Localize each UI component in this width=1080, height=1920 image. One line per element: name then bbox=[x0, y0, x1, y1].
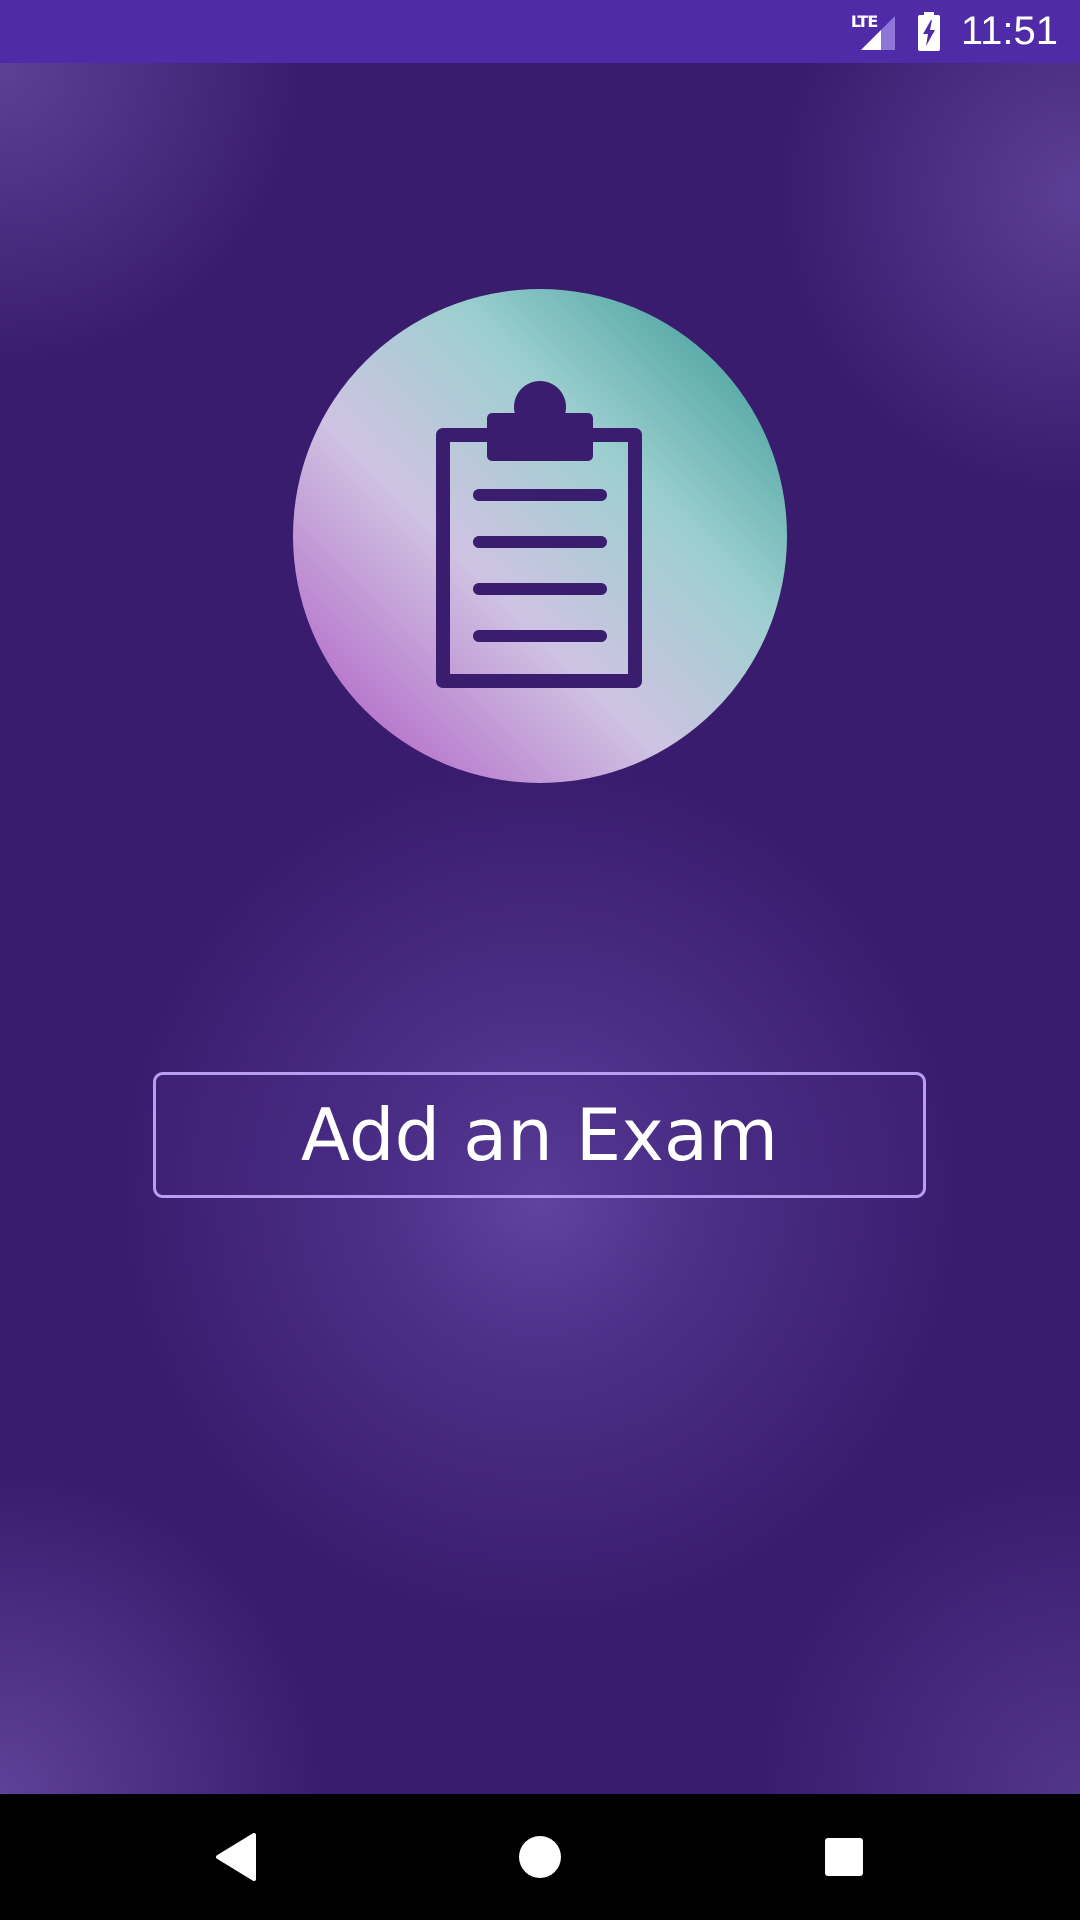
battery-charging-icon bbox=[917, 11, 940, 51]
status-clock: 11:51 bbox=[960, 9, 1058, 53]
recents-button[interactable] bbox=[784, 1794, 904, 1920]
status-bar: LTE 11:51 bbox=[0, 0, 1080, 63]
status-icons: LTE 11:51 bbox=[851, 0, 1058, 63]
clipboard-icon bbox=[436, 381, 642, 688]
app-screen: LTE 11:51 Add an Exam bbox=[0, 0, 1080, 1920]
home-icon bbox=[519, 1836, 561, 1878]
lte-signal-icon: LTE bbox=[851, 12, 899, 52]
app-logo bbox=[293, 289, 787, 783]
recents-icon bbox=[825, 1838, 863, 1876]
main-content: Add an Exam bbox=[0, 63, 1080, 1794]
back-button[interactable] bbox=[176, 1794, 296, 1920]
navigation-bar bbox=[0, 1794, 1080, 1920]
back-icon bbox=[216, 1833, 256, 1881]
home-button[interactable] bbox=[480, 1794, 600, 1920]
add-exam-button[interactable]: Add an Exam bbox=[153, 1072, 926, 1198]
